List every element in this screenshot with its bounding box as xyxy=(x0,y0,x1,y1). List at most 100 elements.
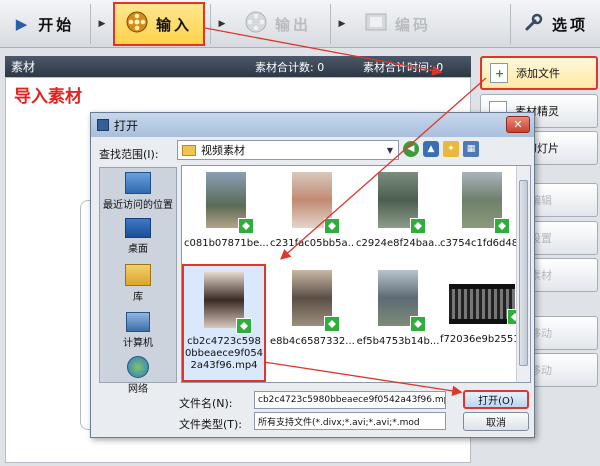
edit-button[interactable]: 编码 xyxy=(352,2,444,46)
file-name-label: 文件名(N): xyxy=(179,397,233,410)
options-label: 选项 xyxy=(551,15,588,34)
dialog-title: 打开 xyxy=(114,118,139,133)
file-name: cb2c4723c5980bbeaece9f0542a43f96.mp4 xyxy=(184,336,264,371)
video-thumbnail xyxy=(204,272,252,334)
video-thumbnail xyxy=(292,172,340,234)
input-button[interactable]: 输入 xyxy=(113,2,205,46)
file-name: e8b4c6587332... xyxy=(270,336,354,347)
step-arrow-icon: ▶ xyxy=(338,19,346,29)
list-item-selected[interactable]: cb2c4723c5980bbeaece9f0542a43f96.mp4 xyxy=(182,264,266,382)
video-thumbnail xyxy=(449,284,523,325)
new-folder-icon[interactable]: ✦ xyxy=(443,141,459,157)
file-type-value: 所有支持文件(*.divx;*.avi;*.avi;*.mod xyxy=(258,417,420,428)
step-arrow-icon: ▶ xyxy=(98,19,106,29)
file-name-value: cb2c4723c5980bbeaece9f0542a43f96.mp4 xyxy=(258,395,446,405)
file-type-dropdown[interactable]: 所有支持文件(*.divx;*.avi;*.avi;*.mod xyxy=(254,412,446,430)
edit-label: 编码 xyxy=(394,15,431,34)
back-icon[interactable]: ◀ xyxy=(403,141,419,157)
import-heading: 导入素材 xyxy=(14,87,82,107)
add-file-button[interactable]: + 添加文件 xyxy=(480,56,598,90)
file-name: ef5b4753b14b... xyxy=(356,336,440,347)
list-item[interactable]: f72036e9b2551... xyxy=(440,270,524,345)
look-in-dropdown[interactable]: 视频素材 ▼ xyxy=(177,140,399,160)
video-file-icon xyxy=(410,218,426,234)
file-type-label: 文件类型(T): xyxy=(179,418,243,431)
look-in-label: 查找范围(I): xyxy=(99,148,159,161)
file-name: c081b07871be... xyxy=(184,238,268,249)
film-reel-icon xyxy=(126,11,148,37)
total-time: 素材合计时间: 0 xyxy=(363,61,444,74)
start-label: 开始 xyxy=(38,15,75,34)
cancel-button[interactable]: 取消 xyxy=(463,412,529,431)
video-file-icon xyxy=(238,218,254,234)
list-item[interactable]: c2924e8f24baa... xyxy=(356,172,440,249)
list-item[interactable]: c3754c1fd6d48... xyxy=(440,172,524,249)
add-file-icon: + xyxy=(490,63,508,83)
list-item[interactable]: c081b07871be... xyxy=(184,172,268,249)
main-toolbar: ▶ 开始 ▶ 输入 ▶ 输出 ▶ 编码 选项 xyxy=(0,0,600,48)
dialog-titlebar: 打开 ✕ xyxy=(91,113,534,137)
place-library[interactable]: 库 xyxy=(100,264,176,303)
filmstrip-icon xyxy=(365,13,387,35)
folder-icon xyxy=(182,144,196,156)
close-button[interactable]: ✕ xyxy=(506,116,530,133)
open-button[interactable]: 打开(O) xyxy=(463,390,529,409)
list-item[interactable]: c231fac05bb5a... xyxy=(270,172,354,249)
computer-icon xyxy=(126,312,150,332)
places-bar: 最近访问的位置 桌面 库 计算机 网络 xyxy=(99,167,177,395)
place-label: 桌面 xyxy=(128,244,148,255)
file-list[interactable]: c081b07871be... c231fac05bb5a... c2924e8… xyxy=(181,165,531,383)
video-file-icon xyxy=(324,218,340,234)
video-thumbnail xyxy=(292,270,340,332)
file-name-field[interactable]: cb2c4723c5980bbeaece9f0542a43f96.mp4 xyxy=(254,391,446,409)
video-thumbnail xyxy=(378,172,426,234)
file-name: f72036e9b2551... xyxy=(440,334,524,345)
place-label: 最近访问的位置 xyxy=(103,200,173,211)
vertical-scrollbar[interactable] xyxy=(516,166,530,382)
view-menu-icon[interactable]: ▦ xyxy=(463,141,479,157)
video-file-icon xyxy=(324,316,340,332)
total-count: 素材合计数: 0 xyxy=(255,61,325,74)
place-computer[interactable]: 计算机 xyxy=(100,312,176,349)
output-button[interactable]: 输出 xyxy=(232,2,324,46)
video-thumbnail xyxy=(462,172,510,234)
place-network[interactable]: 网络 xyxy=(100,356,176,395)
place-label: 计算机 xyxy=(123,338,153,349)
start-button[interactable]: ▶ 开始 xyxy=(4,2,86,46)
video-thumbnail xyxy=(206,172,254,234)
network-icon xyxy=(127,356,149,378)
video-file-icon xyxy=(494,218,510,234)
film-reel-icon xyxy=(245,11,267,37)
library-icon xyxy=(125,264,151,286)
input-label: 输入 xyxy=(155,15,192,34)
cancel-button-label: 取消 xyxy=(486,418,506,429)
file-name: c3754c1fd6d48... xyxy=(440,238,524,249)
dialog-app-icon xyxy=(97,119,109,131)
open-button-label: 打开(O) xyxy=(478,396,514,407)
open-file-dialog: 打开 ✕ 查找范围(I): 视频素材 ▼ ◀ ▲ ✦ ▦ 最近访问的位置 桌面 … xyxy=(90,112,535,438)
list-item[interactable]: ef5b4753b14b... xyxy=(356,270,440,347)
chevron-down-icon: ▼ xyxy=(386,145,394,155)
video-file-icon xyxy=(236,318,252,334)
up-folder-icon[interactable]: ▲ xyxy=(423,141,439,157)
output-label: 输出 xyxy=(274,15,311,34)
look-in-value: 视频素材 xyxy=(201,144,245,157)
file-name: c2924e8f24baa... xyxy=(356,238,440,249)
options-button[interactable]: 选项 xyxy=(514,2,598,46)
wrench-icon xyxy=(524,12,544,36)
place-label: 网络 xyxy=(128,384,148,395)
step-arrow-icon: ▶ xyxy=(218,19,226,29)
file-name: c231fac05bb5a... xyxy=(270,238,354,249)
close-icon: ✕ xyxy=(513,118,523,131)
place-desktop[interactable]: 桌面 xyxy=(100,218,176,255)
list-item[interactable]: e8b4c6587332... xyxy=(270,270,354,347)
place-recent[interactable]: 最近访问的位置 xyxy=(100,172,176,211)
nav-toolbar: ◀ ▲ ✦ ▦ xyxy=(403,141,479,157)
material-panel-header: 素材 素材合计数: 0 素材合计时间: 0 xyxy=(5,56,471,77)
place-label: 库 xyxy=(133,292,143,303)
recent-places-icon xyxy=(125,172,151,194)
scrollbar-thumb[interactable] xyxy=(519,180,528,366)
panel-title: 素材 xyxy=(11,60,36,74)
video-thumbnail xyxy=(378,270,426,332)
desktop-icon xyxy=(125,218,151,238)
